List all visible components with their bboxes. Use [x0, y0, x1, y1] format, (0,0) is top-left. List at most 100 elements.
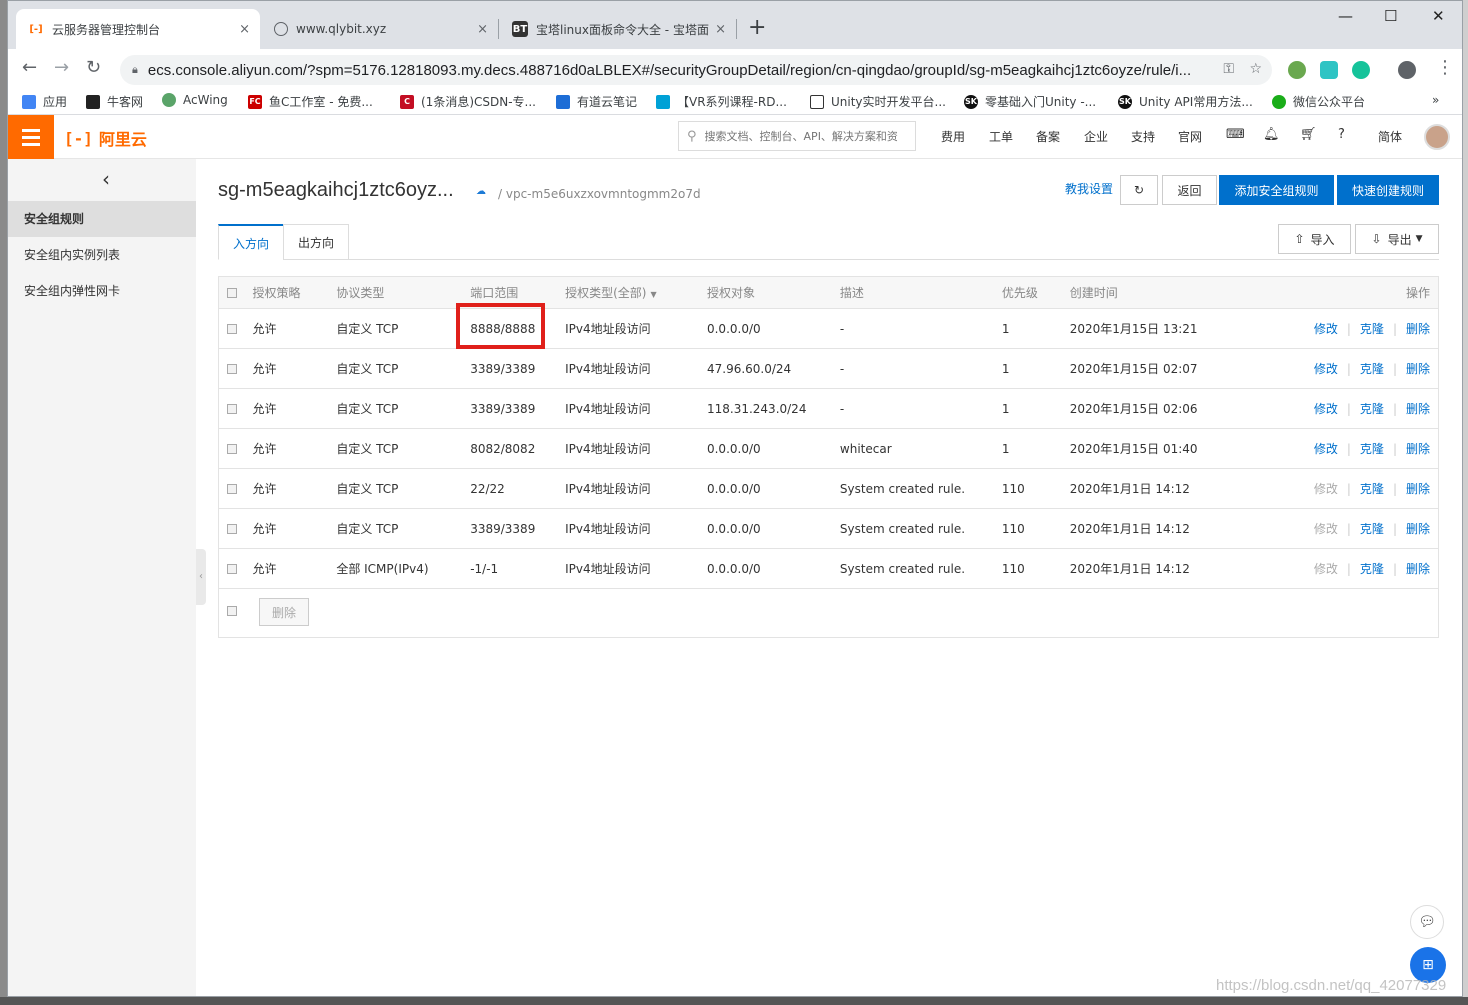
- star-icon[interactable]: ☆: [1249, 61, 1262, 77]
- key-icon[interactable]: ⚿: [1223, 61, 1234, 77]
- import-button[interactable]: ⇧ 导入: [1278, 224, 1351, 254]
- url-text[interactable]: ecs.console.aliyun.com/?spm=5176.1281809…: [148, 62, 1208, 79]
- clone-link[interactable]: 克隆: [1360, 562, 1384, 576]
- delete-link[interactable]: 删除: [1406, 482, 1430, 496]
- sidebar-collapse-handle[interactable]: ‹: [196, 549, 206, 605]
- clone-link[interactable]: 克隆: [1360, 362, 1384, 376]
- teach-link[interactable]: 教我设置: [1065, 180, 1113, 197]
- bookmark-acwing[interactable]: AcWing: [162, 93, 228, 107]
- tab-bt-commands[interactable]: BT 宝塔linux面板命令大全 - 宝塔面 ×: [500, 9, 736, 49]
- close-tab-icon[interactable]: ×: [477, 22, 488, 37]
- clone-link[interactable]: 克隆: [1360, 402, 1384, 416]
- export-button[interactable]: ⇩ 导出 ▼: [1355, 224, 1439, 254]
- edit-link[interactable]: 修改: [1314, 442, 1338, 456]
- cell-auth-type: IPv4地址段访问: [565, 308, 707, 349]
- tab-inbound[interactable]: 入方向: [218, 224, 284, 260]
- new-tab-button[interactable]: +: [748, 15, 766, 40]
- tab-qlybit[interactable]: www.qlybit.xyz ×: [262, 9, 498, 49]
- terminal-icon[interactable]: ⌨: [1226, 127, 1245, 142]
- clone-link[interactable]: 克隆: [1360, 442, 1384, 456]
- delete-link[interactable]: 删除: [1406, 362, 1430, 376]
- action-separator: |: [1392, 442, 1397, 456]
- row-checkbox[interactable]: [227, 324, 237, 334]
- profile-icon[interactable]: [1398, 61, 1416, 79]
- nav-ticket[interactable]: 工单: [989, 128, 1013, 145]
- back-arrow-icon[interactable]: ←: [22, 57, 37, 78]
- back-button[interactable]: 返回: [1162, 175, 1217, 205]
- search-box[interactable]: ⚲: [678, 121, 916, 151]
- chevron-left-icon[interactable]: ‹: [102, 167, 110, 191]
- refresh-button[interactable]: ↻: [1120, 175, 1158, 205]
- edit-link[interactable]: 修改: [1314, 402, 1338, 416]
- cart-icon[interactable]: 🛒︎: [1300, 127, 1317, 142]
- reload-icon[interactable]: ↻: [86, 57, 101, 78]
- menu-hamburger-icon[interactable]: [8, 115, 54, 159]
- nav-support[interactable]: 支持: [1131, 128, 1155, 145]
- tab-outbound[interactable]: 出方向: [283, 224, 349, 260]
- vpc-link[interactable]: / vpc-m5e6uxzxovmntogmm2o7d: [498, 187, 701, 201]
- edit-link[interactable]: 修改: [1314, 362, 1338, 376]
- close-tab-icon[interactable]: ×: [239, 22, 250, 37]
- sidebar-item-instances[interactable]: 安全组内实例列表: [8, 237, 196, 273]
- batch-delete-button[interactable]: 删除: [259, 598, 309, 626]
- help-icon[interactable]: ?: [1338, 127, 1345, 142]
- delete-link[interactable]: 删除: [1406, 442, 1430, 456]
- menu-icon[interactable]: ⋮: [1436, 57, 1454, 78]
- aliyun-logo[interactable]: [-] 阿里云: [64, 126, 147, 150]
- sidebar-item-eni[interactable]: 安全组内弹性网卡: [8, 273, 196, 309]
- address-bar[interactable]: 🔒︎ ecs.console.aliyun.com/?spm=5176.1281…: [120, 55, 1272, 85]
- tab-aliyun-console[interactable]: [-] 云服务器管理控制台 ×: [16, 9, 260, 49]
- bookmark-wechat[interactable]: 微信公众平台: [1272, 93, 1365, 110]
- nav-enterprise[interactable]: 企业: [1084, 128, 1108, 145]
- bookmark-csdn[interactable]: C (1条消息)CSDN-专...: [400, 93, 536, 110]
- minimize-button[interactable]: —: [1338, 7, 1353, 25]
- delete-link[interactable]: 删除: [1406, 522, 1430, 536]
- extension-icon[interactable]: [1320, 61, 1338, 79]
- delete-link[interactable]: 删除: [1406, 562, 1430, 576]
- bookmark-youdao[interactable]: 有道云笔记: [556, 93, 637, 110]
- quick-create-rule-button[interactable]: 快速创建规则: [1337, 175, 1439, 205]
- select-all-checkbox[interactable]: [227, 288, 237, 298]
- row-checkbox[interactable]: [227, 564, 237, 574]
- avatar[interactable]: [1424, 124, 1450, 150]
- bell-icon[interactable]: 🔔︎: [1263, 127, 1280, 142]
- row-checkbox[interactable]: [227, 524, 237, 534]
- row-checkbox[interactable]: [227, 364, 237, 374]
- nav-official-site[interactable]: 官网: [1178, 128, 1202, 145]
- delete-link[interactable]: 删除: [1406, 402, 1430, 416]
- row-checkbox[interactable]: [227, 404, 237, 414]
- forward-arrow-icon[interactable]: →: [54, 57, 69, 78]
- row-checkbox[interactable]: [227, 444, 237, 454]
- nav-billing[interactable]: 费用: [941, 128, 965, 145]
- edit-link[interactable]: 修改: [1314, 522, 1338, 536]
- bookmark-fishc[interactable]: FC 鱼C工作室 - 免费...: [248, 93, 373, 110]
- search-input[interactable]: [704, 129, 911, 143]
- row-checkbox[interactable]: [227, 484, 237, 494]
- footer-checkbox[interactable]: [227, 606, 237, 616]
- edit-link[interactable]: 修改: [1314, 322, 1338, 336]
- bookmark-siki-intro[interactable]: SK 零基础入门Unity -...: [964, 93, 1096, 110]
- close-tab-icon[interactable]: ×: [715, 22, 726, 37]
- delete-link[interactable]: 删除: [1406, 322, 1430, 336]
- extension-icon[interactable]: [1288, 61, 1306, 79]
- edit-link[interactable]: 修改: [1314, 562, 1338, 576]
- bookmark-nowcoder[interactable]: 牛客网: [86, 93, 143, 110]
- language-switch[interactable]: 简体: [1378, 128, 1402, 145]
- maximize-button[interactable]: ☐: [1384, 7, 1397, 25]
- add-rule-button[interactable]: 添加安全组规则: [1219, 175, 1334, 205]
- feedback-chat-icon[interactable]: 💬︎: [1410, 905, 1444, 939]
- bookmark-apps[interactable]: 应用: [22, 93, 67, 110]
- clone-link[interactable]: 克隆: [1360, 522, 1384, 536]
- bookmarks-overflow[interactable]: »: [1432, 93, 1439, 107]
- clone-link[interactable]: 克隆: [1360, 322, 1384, 336]
- bookmark-bilibili[interactable]: 【VR系列课程-RD...: [656, 93, 787, 110]
- bookmark-siki-api[interactable]: SK Unity API常用方法...: [1118, 93, 1253, 110]
- sidebar-item-rules[interactable]: 安全组规则: [8, 201, 196, 237]
- nav-icp[interactable]: 备案: [1036, 128, 1060, 145]
- edit-link[interactable]: 修改: [1314, 482, 1338, 496]
- clone-link[interactable]: 克隆: [1360, 482, 1384, 496]
- close-window-button[interactable]: ✕: [1432, 7, 1445, 25]
- bookmark-unity[interactable]: Unity实时开发平台...: [810, 93, 946, 110]
- col-auth-type[interactable]: 授权类型(全部) ▼: [565, 276, 707, 309]
- grammarly-icon[interactable]: [1352, 61, 1370, 79]
